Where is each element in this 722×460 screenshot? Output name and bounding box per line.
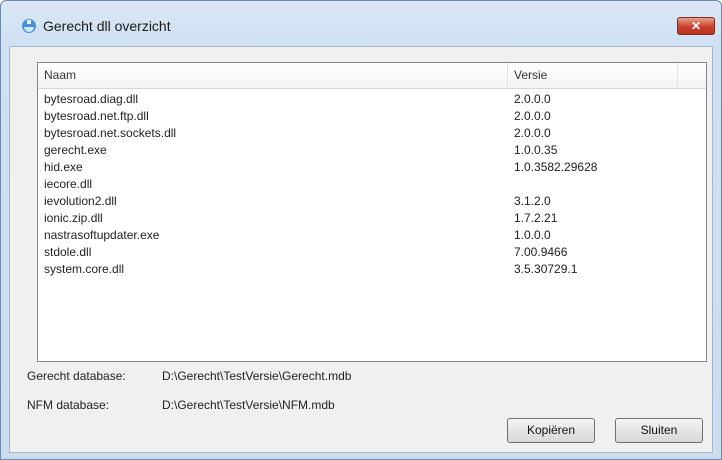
list-item[interactable]: ionic.zip.dll 1.7.2.21 (38, 210, 706, 227)
list-item-naam: bytesroad.net.sockets.dll (44, 126, 177, 140)
list-item-naam: nastrasoftupdater.exe (44, 228, 160, 242)
list-item[interactable]: ievolution2.dll 3.1.2.0 (38, 193, 706, 210)
column-header-filler (678, 63, 706, 88)
list-item-naam: iecore.dll (44, 177, 93, 191)
list-item-versie: 1.7.2.21 (514, 211, 558, 225)
dialog-content: Naam Versie bytesroad.diag.dll 2.0.0.0 byt… (9, 46, 713, 453)
list-item-versie: 2.0.0.0 (514, 109, 551, 123)
list-item-versie: 3.1.2.0 (514, 194, 551, 208)
close-icon[interactable]: ✕ (677, 17, 715, 35)
list-item[interactable]: bytesroad.net.sockets.dll 2.0.0.0 (38, 125, 706, 142)
list-item[interactable]: bytesroad.diag.dll 2.0.0.0 (38, 91, 706, 108)
gerecht-database-label: Gerecht database: (27, 369, 126, 383)
list-header: Naam Versie (38, 63, 706, 89)
list-item-naam: ionic.zip.dll (44, 211, 103, 225)
nfm-database-path: D:\Gerecht\TestVersie\NFM.mdb (162, 398, 335, 412)
list-item-versie: 1.0.0.0 (514, 228, 551, 242)
column-header-naam[interactable]: Naam (38, 63, 508, 88)
copy-button[interactable]: Kopiëren (507, 418, 595, 443)
list-item[interactable]: iecore.dll (38, 176, 706, 193)
list-item-versie: 2.0.0.0 (514, 92, 551, 106)
title-bar[interactable]: Gerecht dll overzicht ✕ (1, 1, 721, 41)
list-item-versie: 7.00.9466 (514, 245, 568, 259)
list-item-naam: gerecht.exe (44, 143, 107, 157)
column-header-versie[interactable]: Versie (508, 63, 678, 88)
list-item[interactable]: gerecht.exe 1.0.0.35 (38, 142, 706, 159)
list-body: bytesroad.diag.dll 2.0.0.0 bytesroad.net.f… (38, 91, 706, 278)
nfm-database-label: NFM database: (27, 398, 110, 412)
list-item-naam: bytesroad.diag.dll (44, 92, 139, 106)
gerecht-database-path: D:\Gerecht\TestVersie\Gerecht.mdb (162, 369, 352, 383)
list-item[interactable]: system.core.dll 3.5.30729.1 (38, 261, 706, 278)
close-button[interactable]: Sluiten (615, 418, 703, 443)
list-item-versie: 1.0.0.35 (514, 143, 558, 157)
list-item-versie: 3.5.30729.1 (514, 262, 578, 276)
list-item-naam: system.core.dll (44, 262, 125, 276)
list-item[interactable]: stdole.dll 7.00.9466 (38, 244, 706, 261)
list-item-versie: 1.0.3582.29628 (514, 160, 598, 174)
list-item-naam: ievolution2.dll (44, 194, 117, 208)
list-item-naam: bytesroad.net.ftp.dll (44, 109, 149, 123)
list-item[interactable]: hid.exe 1.0.3582.29628 (38, 159, 706, 176)
app-icon (22, 19, 36, 33)
list-item[interactable]: bytesroad.net.ftp.dll 2.0.0.0 (38, 108, 706, 125)
list-item-naam: hid.exe (44, 160, 83, 174)
dll-list[interactable]: Naam Versie bytesroad.diag.dll 2.0.0.0 byt… (37, 62, 707, 362)
window-title: Gerecht dll overzicht (43, 18, 171, 34)
list-item[interactable]: nastrasoftupdater.exe 1.0.0.0 (38, 227, 706, 244)
list-item-naam: stdole.dll (44, 245, 92, 259)
list-item-versie: 2.0.0.0 (514, 126, 551, 140)
dialog-window: Gerecht dll overzicht ✕ Naam Versie byte… (0, 0, 722, 460)
